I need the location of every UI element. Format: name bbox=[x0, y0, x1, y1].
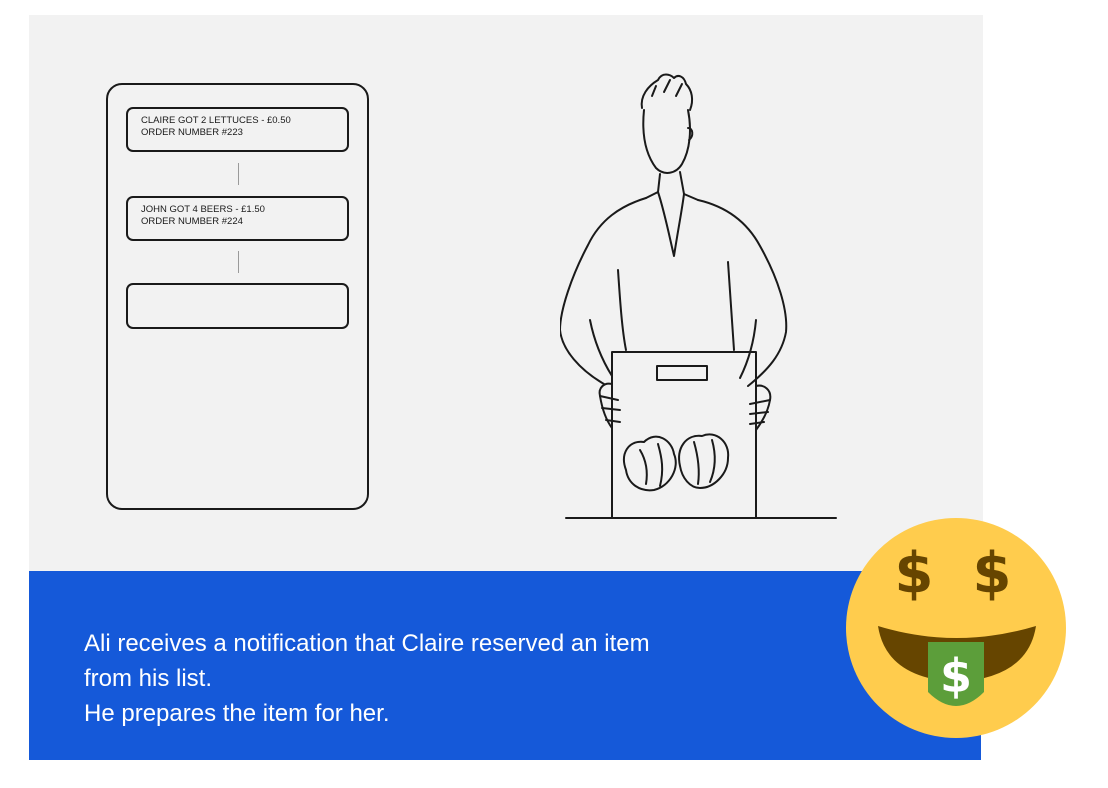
caption-line: from his list. bbox=[84, 665, 213, 692]
notification-card-2: JOHN GOT 4 BEERS - £1.50 ORDER NUMBER #2… bbox=[126, 196, 349, 241]
caption-line: He prepares the item for her. bbox=[84, 700, 390, 727]
notification-title: JOHN GOT 4 BEERS - £1.50 bbox=[141, 204, 265, 215]
money-mouth-face-icon: $ $ $ bbox=[846, 518, 1066, 738]
svg-text:$: $ bbox=[973, 541, 1012, 606]
caption: Ali receives a notification that Claire … bbox=[84, 626, 804, 731]
notification-title: CLAIRE GOT 2 LETTUCES - £0.50 bbox=[141, 115, 291, 126]
svg-text:$: $ bbox=[895, 541, 934, 606]
man-holding-box-icon bbox=[560, 73, 837, 519]
connector-line bbox=[238, 163, 239, 185]
caption-line: Ali receives a notification that Claire … bbox=[84, 630, 650, 657]
notification-order-number: ORDER NUMBER #224 bbox=[141, 216, 243, 227]
notification-card-1: CLAIRE GOT 2 LETTUCES - £0.50 ORDER NUMB… bbox=[126, 107, 349, 152]
svg-text:$: $ bbox=[940, 649, 972, 703]
connector-line bbox=[238, 251, 239, 273]
notification-card-empty bbox=[126, 283, 349, 329]
notification-order-number: ORDER NUMBER #223 bbox=[141, 127, 243, 138]
